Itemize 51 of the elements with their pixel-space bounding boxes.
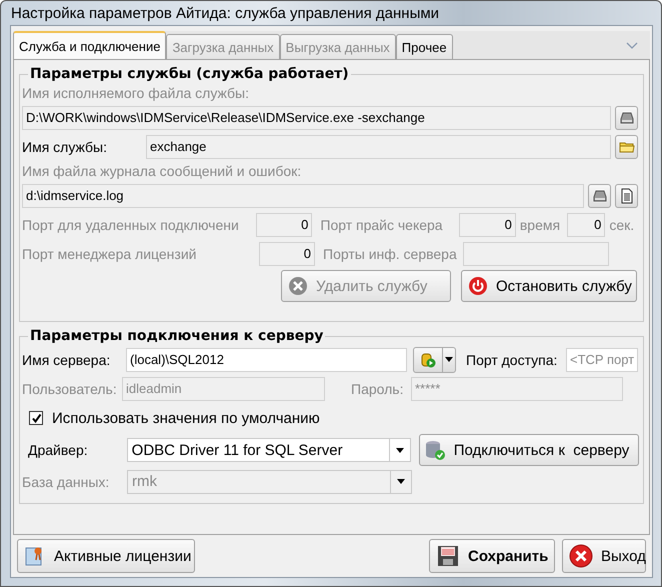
server-browse-button[interactable] xyxy=(413,346,456,372)
browse-button[interactable] xyxy=(615,106,638,130)
input-field[interactable]: <TCP порт xyxy=(566,348,638,372)
dropdown[interactable]: ODBC Driver 11 for SQL Server xyxy=(126,438,411,462)
save-button[interactable]: Сохранить xyxy=(429,539,555,573)
field-label: База данных: xyxy=(22,474,110,490)
input-field[interactable]: 0 xyxy=(256,212,312,236)
field-label: сек. xyxy=(609,216,636,232)
input-field[interactable]: 0 xyxy=(458,212,516,236)
browse-button[interactable] xyxy=(615,134,638,158)
field-label: время xyxy=(520,216,562,232)
group-title: Параметры службы (служба работает) xyxy=(28,65,351,83)
checkbox[interactable] xyxy=(29,411,43,425)
caret-icon[interactable] xyxy=(443,357,455,362)
exit-button[interactable]: Выход xyxy=(562,539,646,573)
close-icon xyxy=(569,544,593,568)
browse-button[interactable] xyxy=(588,184,611,208)
tab[interactable]: Служба и подключение xyxy=(13,31,166,59)
input-field[interactable]: 0 xyxy=(567,212,606,236)
field-label: Имя службы: xyxy=(22,138,108,154)
document-icon xyxy=(618,188,634,204)
view-button[interactable] xyxy=(615,184,638,208)
field-label: Порт для удаленных подключени xyxy=(22,216,240,232)
cross-icon xyxy=(288,276,308,296)
path-field[interactable]: D:\WORK\windows\IDMService\Release\IDMService.exe -sexchange xyxy=(22,106,611,130)
field-label: Порт доступа: xyxy=(466,352,558,368)
group-title: Параметры подключения к серверу xyxy=(28,327,326,345)
field-label: Порт прайс чекера xyxy=(320,216,444,232)
field-label: Порты инф. сервера xyxy=(323,246,458,262)
field-label: Имя сервера: xyxy=(22,352,112,368)
input-field[interactable]: 0 xyxy=(259,242,315,266)
tab[interactable]: Прочее xyxy=(396,34,453,59)
connect-button[interactable]: Подключиться к серверу xyxy=(418,434,639,466)
database-icon xyxy=(424,439,446,461)
field-label: Имя файла журнала сообщений и ошибок: xyxy=(22,162,302,181)
licenses-button[interactable]: Активные лицензии xyxy=(17,539,195,573)
field-label: Пользователь: xyxy=(22,380,118,396)
drive-icon xyxy=(618,110,634,126)
input-field[interactable]: exchange xyxy=(146,134,611,158)
power-icon xyxy=(468,276,488,296)
path-field[interactable]: d:\idmservice.log xyxy=(22,184,584,208)
field-label: Пароль: xyxy=(351,380,404,396)
window-title: Настройка параметров Айтида: служба управления данными xyxy=(11,4,440,22)
checkbox-label: Использовать значения по умолчанию xyxy=(52,410,320,426)
field-label: Драйвер: xyxy=(27,442,89,458)
input-field[interactable] xyxy=(463,242,609,266)
input-field[interactable]: (local)\SQL2012 xyxy=(126,348,407,372)
stop-service-button[interactable]: Остановить службу xyxy=(461,270,637,302)
field-label: Порт менеджера лицензий xyxy=(22,246,198,262)
field-label: Имя исполняемого файла службы: xyxy=(22,84,250,103)
drive-icon xyxy=(592,188,608,204)
